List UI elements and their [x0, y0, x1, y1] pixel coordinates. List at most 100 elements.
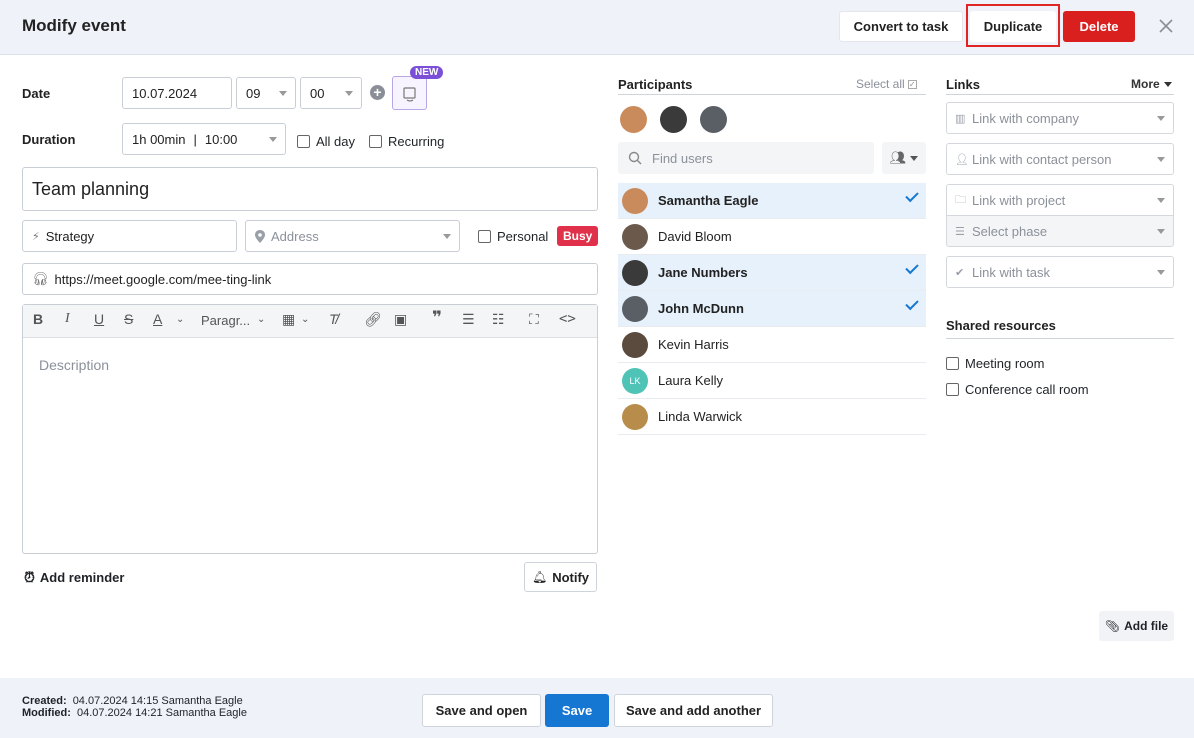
headset-icon: 🎧︎ — [32, 271, 49, 286]
category-select[interactable]: ⚡ Strategy — [22, 220, 237, 252]
participant-name: Laura Kelly — [658, 373, 724, 388]
bold-icon[interactable]: B — [33, 311, 43, 327]
shared-divider — [946, 338, 1174, 339]
find-users-input[interactable]: Find users — [618, 142, 874, 174]
link-icon[interactable]: 🔗︎ — [364, 311, 382, 328]
duration-select[interactable]: 1h 00min | 10:00 — [122, 123, 286, 155]
participant-name: Linda Warwick — [658, 409, 743, 424]
duration-time: 10:00 — [204, 131, 238, 147]
text-color-icon[interactable]: A — [153, 311, 162, 327]
italic-icon[interactable]: I — [65, 311, 70, 327]
fullscreen-icon[interactable]: ⛶ — [529, 311, 539, 328]
allday-checkbox[interactable]: All day — [297, 134, 355, 149]
avatar — [622, 295, 648, 322]
page-title: Modify event — [22, 16, 126, 35]
participant-row[interactable]: LK Laura Kelly — [618, 363, 926, 399]
avatar — [622, 259, 648, 286]
image-icon[interactable]: ▣ — [394, 311, 407, 328]
user-groups-button[interactable]: 👥︎ — [882, 142, 926, 174]
checkmark-icon: ✔ — [955, 266, 965, 279]
duration-separator: | — [193, 131, 197, 147]
select-phase-label: Select phase — [972, 223, 1048, 239]
participant-row[interactable]: Samantha Eagle — [618, 183, 926, 219]
paragraph-select[interactable]: Paragr... — [201, 313, 250, 328]
meeting-room-checkbox[interactable]: Meeting room — [946, 356, 1044, 371]
avatar — [622, 403, 648, 430]
close-icon[interactable] — [1156, 16, 1176, 36]
more-dropdown[interactable]: More — [1131, 77, 1172, 91]
avatar — [622, 223, 648, 250]
date-input[interactable]: 10.07.2024 — [122, 77, 232, 109]
save-and-open-button[interactable]: Save and open — [422, 694, 541, 727]
link-company-select[interactable]: ▥ Link with company — [946, 102, 1174, 134]
chevron-down-icon[interactable]: ⌄ — [301, 314, 309, 325]
save-button[interactable]: Save — [545, 694, 609, 727]
minute-select[interactable]: 00 — [300, 77, 362, 109]
add-reminder-button[interactable]: ⏰︎ Add reminder — [24, 569, 124, 586]
link-project-select[interactable]: 🗀︎ Link with project — [946, 184, 1174, 216]
participant-row[interactable]: John McDunn — [618, 291, 926, 327]
personal-checkbox[interactable]: Personal — [478, 229, 548, 244]
underline-icon[interactable]: U — [94, 311, 104, 327]
bullet-list-icon[interactable]: ☰ — [462, 311, 475, 328]
address-input[interactable]: Address — [245, 220, 460, 252]
sync-calendar-button[interactable] — [392, 76, 427, 110]
recurring-label: Recurring — [388, 134, 445, 149]
chevron-down-icon[interactable]: ⌄ — [257, 314, 265, 325]
add-time-icon[interactable]: + — [370, 85, 385, 100]
participants-divider — [618, 94, 926, 95]
participant-row[interactable]: David Bloom — [618, 219, 926, 255]
editor-toolbar — [23, 305, 597, 338]
recurring-checkbox[interactable]: Recurring — [369, 134, 444, 149]
description-placeholder[interactable]: Description — [39, 357, 109, 373]
duration-value: 1h 00min — [132, 131, 186, 147]
title-input[interactable]: Team planning — [22, 167, 598, 211]
notify-button[interactable]: 🔔︎ Notify — [524, 562, 597, 592]
minute-value: 00 — [310, 85, 325, 101]
participant-name: David Bloom — [658, 229, 732, 244]
person-icon: 👤︎ — [955, 153, 969, 166]
select-phase-select[interactable]: ☰ Select phase — [946, 215, 1174, 247]
strikethrough-icon[interactable]: S — [124, 311, 133, 327]
save-and-add-another-button[interactable]: Save and add another — [614, 694, 773, 727]
link-project-label: Link with project — [972, 192, 1066, 208]
created-info: Created: 04.07.2024 14:15 Samantha Eagle — [22, 695, 243, 707]
avatar — [622, 187, 648, 214]
numbered-list-icon[interactable]: ☷ — [492, 311, 505, 328]
hour-select[interactable]: 09 — [236, 77, 296, 109]
table-icon[interactable]: ▦ — [282, 311, 295, 328]
checkmark-icon — [905, 188, 919, 203]
links-divider — [946, 94, 1174, 95]
meeting-link-input[interactable]: 🎧︎ https://meet.google.com/mee-ting-link — [22, 263, 598, 295]
add-file-button[interactable]: 📎︎ Add file — [1099, 611, 1174, 641]
add-reminder-label: Add reminder — [39, 570, 125, 585]
search-icon — [628, 151, 642, 165]
chevron-down-icon[interactable]: ⌄ — [176, 314, 184, 325]
participant-row[interactable]: Kevin Harris — [618, 327, 926, 363]
link-task-label: Link with task — [972, 264, 1051, 280]
convert-to-task-button[interactable]: Convert to task — [839, 11, 963, 42]
participant-name: Samantha Eagle — [658, 193, 759, 208]
participant-name: Jane Numbers — [658, 265, 748, 280]
new-badge: NEW — [410, 66, 444, 79]
meeting-link-value: https://meet.google.com/mee-ting-link — [54, 271, 272, 287]
link-task-select[interactable]: ✔ Link with task — [946, 256, 1174, 288]
clear-format-icon[interactable]: T̸ — [329, 311, 338, 327]
participant-row[interactable]: Linda Warwick — [618, 399, 926, 435]
created-value: 04.07.2024 14:15 Samantha Eagle — [72, 695, 243, 707]
select-all[interactable]: Select all ✓ — [856, 77, 917, 91]
link-contact-label: Link with contact person — [972, 151, 1112, 167]
duplicate-button[interactable]: Duplicate — [970, 11, 1056, 42]
busy-badge[interactable]: Busy — [557, 226, 599, 246]
duration-label: Duration — [22, 132, 76, 147]
chevron-down-icon — [910, 155, 919, 161]
source-code-icon[interactable]: <> — [559, 311, 576, 327]
modified-value: 04.07.2024 14:21 Samantha Eagle — [76, 707, 247, 719]
conference-room-checkbox[interactable]: Conference call room — [946, 382, 1089, 397]
delete-button[interactable]: Delete — [1063, 11, 1135, 42]
quote-icon[interactable]: ❞ — [432, 308, 442, 328]
created-label: Created: — [22, 695, 67, 707]
participant-row[interactable]: Jane Numbers — [618, 255, 926, 291]
allday-label: All day — [316, 134, 356, 149]
link-contact-select[interactable]: 👤︎ Link with contact person — [946, 143, 1174, 175]
